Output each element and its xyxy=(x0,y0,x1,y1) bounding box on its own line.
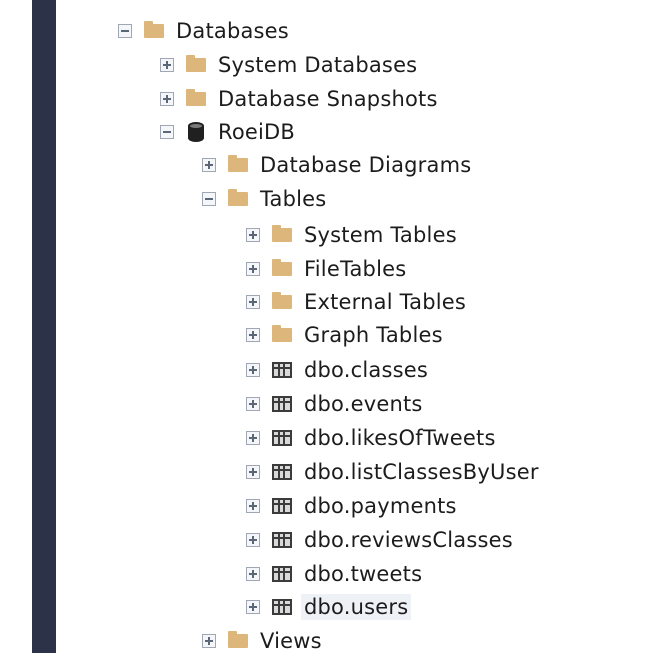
collapse-icon[interactable] xyxy=(118,24,132,38)
tree-node-views[interactable]: Views xyxy=(202,624,322,653)
expand-icon[interactable] xyxy=(246,397,260,411)
tree-node-database-snapshots[interactable]: Database Snapshots xyxy=(160,82,438,116)
tree-node-label: Graph Tables xyxy=(304,323,443,347)
tree-node-databases[interactable]: Databases xyxy=(118,14,289,48)
expand-icon[interactable] xyxy=(160,58,174,72)
tree-node-table[interactable]: dbo.payments xyxy=(246,489,457,523)
folder-icon xyxy=(272,292,292,309)
tree-node-label: Database Diagrams xyxy=(260,153,472,177)
folder-icon xyxy=(228,631,248,648)
tree-node-label: dbo.payments xyxy=(304,494,457,518)
tree-node-tables[interactable]: Tables xyxy=(202,182,326,216)
tree-node-label: System Databases xyxy=(218,53,418,77)
expand-icon[interactable] xyxy=(246,262,260,276)
tree-node-table[interactable]: dbo.likesOfTweets xyxy=(246,421,496,455)
folder-icon xyxy=(272,325,292,342)
folder-icon xyxy=(228,189,248,206)
tree-node-table-selected[interactable]: dbo.users xyxy=(246,590,412,624)
tree-node-label: RoeiDB xyxy=(218,120,296,144)
tree-node-label: dbo.reviewsClasses xyxy=(304,528,513,552)
database-icon xyxy=(188,122,204,142)
tree-node-label: dbo.listClassesByUser xyxy=(304,460,539,484)
tree-node-label: Views xyxy=(260,629,322,653)
folder-icon xyxy=(272,225,292,242)
collapse-icon[interactable] xyxy=(160,125,174,139)
tree-node-label: FileTables xyxy=(304,257,407,281)
tree-node-label: dbo.users xyxy=(301,594,412,620)
tree-node-label: Tables xyxy=(260,187,327,211)
tree-node-table[interactable]: dbo.listClassesByUser xyxy=(246,455,539,489)
expand-icon[interactable] xyxy=(246,499,260,513)
table-icon xyxy=(272,532,292,548)
tree-node-database-diagrams[interactable]: Database Diagrams xyxy=(202,148,471,182)
tree-node-label: Databases xyxy=(176,19,289,43)
tree-node-label: External Tables xyxy=(304,290,467,314)
tree-node-label: dbo.classes xyxy=(304,358,429,382)
table-icon xyxy=(272,498,292,514)
tree-node-table[interactable]: dbo.reviewsClasses xyxy=(246,523,513,557)
tree-node-label: Database Snapshots xyxy=(218,87,438,111)
expand-icon[interactable] xyxy=(246,465,260,479)
folder-icon xyxy=(144,21,164,38)
tree-node-label: dbo.events xyxy=(304,392,423,416)
tree-node-label: dbo.tweets xyxy=(304,562,423,586)
tree-node-table[interactable]: dbo.tweets xyxy=(246,557,422,591)
tree-node-file-tables[interactable]: FileTables xyxy=(246,252,406,286)
expand-icon[interactable] xyxy=(246,567,260,581)
expand-icon[interactable] xyxy=(246,600,260,614)
object-explorer: Databases System Databases Database Snap… xyxy=(0,0,668,653)
tree-node-table[interactable]: dbo.events xyxy=(246,387,423,421)
expand-icon[interactable] xyxy=(160,92,174,106)
folder-icon xyxy=(186,55,206,72)
table-icon xyxy=(272,599,292,615)
expand-icon[interactable] xyxy=(246,295,260,309)
collapse-icon[interactable] xyxy=(202,192,216,206)
table-icon xyxy=(272,430,292,446)
expand-icon[interactable] xyxy=(246,431,260,445)
expand-icon[interactable] xyxy=(202,634,216,648)
table-icon xyxy=(272,396,292,412)
folder-icon xyxy=(186,89,206,106)
tree-node-label: dbo.likesOfTweets xyxy=(304,426,496,450)
expand-icon[interactable] xyxy=(246,533,260,547)
table-icon xyxy=(272,464,292,480)
table-icon xyxy=(272,362,292,378)
tree-node-external-tables[interactable]: External Tables xyxy=(246,285,466,319)
tree-node-table[interactable]: dbo.classes xyxy=(246,353,428,387)
tree-node-system-databases[interactable]: System Databases xyxy=(160,48,417,82)
tree-node-graph-tables[interactable]: Graph Tables xyxy=(246,318,443,352)
folder-icon xyxy=(228,155,248,172)
expand-icon[interactable] xyxy=(202,158,216,172)
expand-icon[interactable] xyxy=(246,328,260,342)
folder-icon xyxy=(272,259,292,276)
expand-icon[interactable] xyxy=(246,363,260,377)
table-icon xyxy=(272,566,292,582)
expand-icon[interactable] xyxy=(246,228,260,242)
object-explorer-tree: Databases System Databases Database Snap… xyxy=(0,0,668,653)
tree-node-roeidb[interactable]: RoeiDB xyxy=(160,115,295,149)
tree-node-system-tables[interactable]: System Tables xyxy=(246,218,457,252)
tree-node-label: System Tables xyxy=(304,223,457,247)
